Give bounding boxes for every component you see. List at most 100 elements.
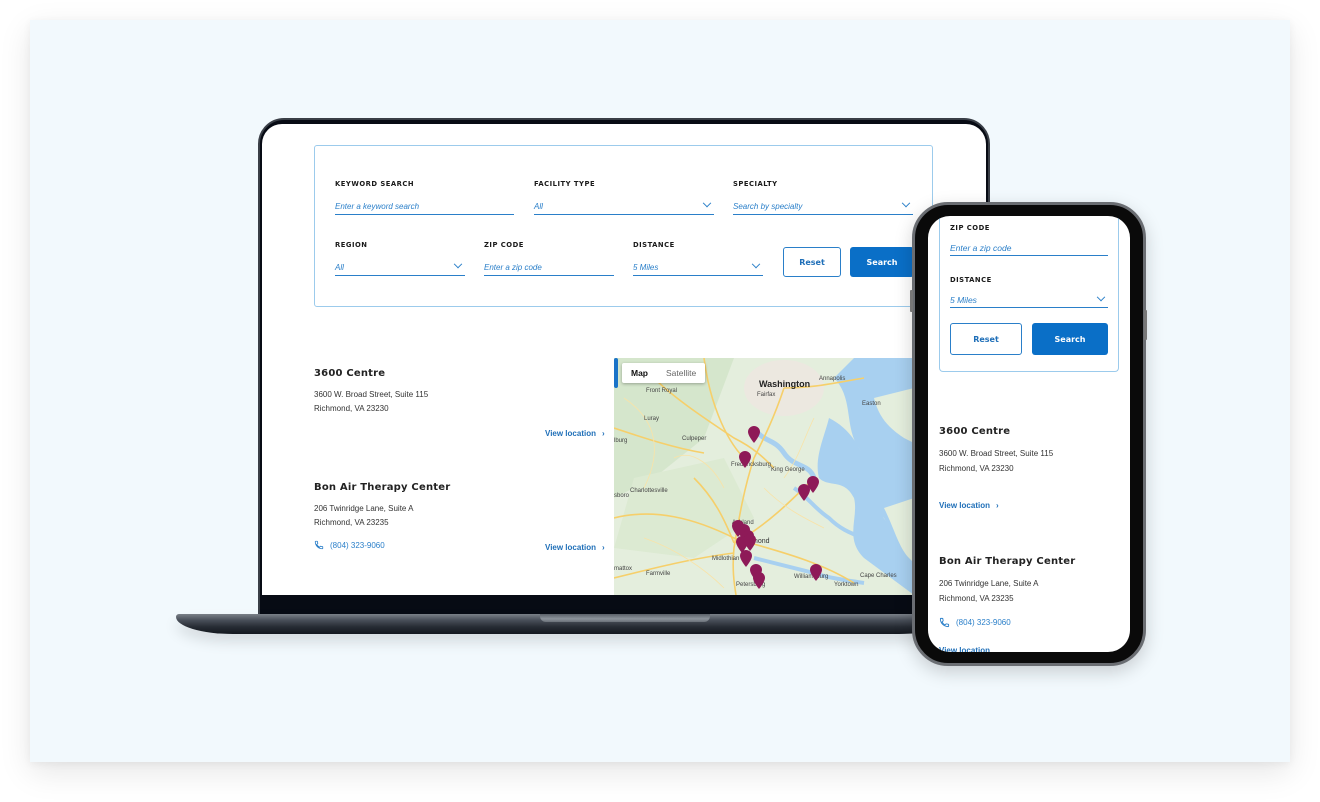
search-button[interactable]: Search [850, 247, 914, 277]
location-address-line2: Richmond, VA 23235 [314, 518, 389, 527]
location-name: 3600 Centre [939, 426, 1011, 437]
distance-value: 5 Miles [633, 262, 659, 272]
phone-icon [314, 540, 324, 550]
zip-code-input[interactable]: Enter a zip code [484, 259, 614, 276]
map-label-washington: Washington [759, 379, 811, 389]
locations-map[interactable]: Map Satellite Washington Annapolis Fairf… [614, 358, 914, 595]
view-location-label: View location [939, 501, 990, 510]
view-location-label: View location [545, 543, 596, 552]
specialty-field: SPECIALTY Search by specialty [733, 180, 913, 215]
phone-side-button [1144, 310, 1147, 340]
keyword-search-placeholder: Enter a keyword search [335, 201, 420, 211]
facility-type-select[interactable]: All [534, 198, 714, 215]
map-label-mattox: mattox [614, 566, 633, 572]
chevron-right-icon: › [995, 501, 999, 510]
location-address-line1: 3600 W. Broad Street, Suite 115 [314, 390, 429, 399]
keyword-search-label: KEYWORD SEARCH [335, 180, 415, 188]
map-type-toggle: Map Satellite [622, 363, 706, 383]
phone-zip-placeholder: Enter a zip code [950, 242, 1012, 253]
region-label: REGION [335, 241, 368, 249]
chevron-down-icon [1096, 292, 1106, 301]
phone-zip-input[interactable]: Enter a zip code [950, 240, 1108, 256]
map-scroll-indicator [614, 358, 618, 388]
distance-select[interactable]: 5 Miles [633, 259, 763, 276]
keyword-search-field: KEYWORD SEARCH Enter a keyword search [335, 180, 514, 215]
map-label-king-george: King George [771, 467, 805, 473]
map-pin-icon[interactable] [807, 476, 819, 493]
phone-distance-value: 5 Miles [950, 294, 977, 305]
facility-type-label: FACILITY TYPE [534, 180, 596, 188]
chevron-right-icon: › [601, 429, 605, 438]
phone-view-location-link-partial[interactable]: View location [939, 646, 990, 652]
map-label-easton: Easton [862, 401, 881, 407]
phone-link[interactable]: (804) 323-9060 [939, 617, 1075, 628]
reset-button[interactable]: Reset [783, 247, 841, 277]
phone-icon [939, 617, 950, 628]
map-label-cape-charles: Cape Charles [860, 573, 897, 579]
phone-search-button[interactable]: Search [1032, 323, 1108, 355]
location-address-line1: 206 Twinridge Lane, Suite A [314, 504, 414, 513]
phone-zip-label: ZIP CODE [950, 224, 990, 232]
search-filter-panel: KEYWORD SEARCH Enter a keyword search FA… [314, 145, 933, 307]
phone-location-item: 3600 Centre 3600 W. Broad Street, Suite … [939, 426, 1053, 476]
specialty-label: SPECIALTY [733, 180, 778, 188]
map-pin-icon[interactable] [753, 572, 765, 589]
location-name: Bon Air Therapy Center [314, 482, 451, 493]
view-location-link[interactable]: View location › [545, 429, 605, 438]
map-pin-icon[interactable] [739, 451, 751, 468]
chevron-down-icon [751, 259, 761, 269]
phone-view-location-link[interactable]: View location › [939, 501, 999, 510]
chevron-down-icon [453, 259, 463, 269]
keyword-search-input[interactable]: Enter a keyword search [335, 198, 514, 215]
phone-location-item: Bon Air Therapy Center 206 Twinridge Lan… [939, 556, 1075, 628]
specialty-placeholder: Search by specialty [733, 201, 803, 211]
specialty-select[interactable]: Search by specialty [733, 198, 913, 215]
map-label-luray: Luray [644, 416, 660, 422]
laptop-hinge-notch [540, 614, 710, 622]
location-name: 3600 Centre [314, 368, 386, 379]
phone-distance-select[interactable]: 5 Miles [950, 292, 1108, 308]
phone-search-panel: ZIP CODE Enter a zip code DISTANCE 5 Mil… [939, 216, 1119, 372]
chevron-right-icon: › [601, 543, 605, 552]
location-address-line2: Richmond, VA 23230 [314, 404, 389, 413]
map-label-culpeper: Culpeper [682, 436, 707, 442]
map-label-sboro: sboro [614, 493, 630, 499]
map-tab-satellite[interactable]: Satellite [657, 363, 705, 383]
location-address-line1: 3600 W. Broad Street, Suite 115 [939, 449, 1054, 458]
phone-distance-field: DISTANCE 5 Miles [950, 276, 1108, 308]
phone-link[interactable]: (804) 323-9060 [314, 540, 450, 550]
zip-code-field: ZIP CODE Enter a zip code [484, 241, 614, 276]
chevron-down-icon [702, 198, 712, 208]
view-location-link[interactable]: View location › [545, 543, 605, 552]
distance-label: DISTANCE [633, 241, 675, 249]
region-select[interactable]: All [335, 259, 465, 276]
zip-code-label: ZIP CODE [484, 241, 524, 249]
location-address-line2: Richmond, VA 23230 [939, 464, 1014, 473]
map-label-fredericksburg: Fredericksburg [731, 462, 772, 468]
region-value: All [335, 262, 344, 272]
phone-volume-button [910, 290, 913, 312]
distance-field: DISTANCE 5 Miles [633, 241, 763, 276]
map-label-charlottesville: Charlottesville [630, 488, 668, 494]
map-tab-map[interactable]: Map [622, 363, 657, 383]
location-item: 3600 Centre 3600 W. Broad Street, Suite … [314, 368, 428, 416]
location-item: Bon Air Therapy Center 206 Twinridge Lan… [314, 482, 450, 550]
map-label-farmville: Farmville [646, 571, 671, 577]
view-location-label: View location [545, 429, 596, 438]
region-field: REGION All [335, 241, 465, 276]
map-label-midlothian: Midlothian [712, 556, 740, 562]
chevron-down-icon [901, 198, 911, 208]
phone-screen: ZIP CODE Enter a zip code DISTANCE 5 Mil… [928, 216, 1130, 652]
phone-distance-label: DISTANCE [950, 276, 992, 284]
map-pin-icon[interactable] [748, 426, 760, 443]
view-location-label: View location [939, 646, 990, 652]
facility-type-field: FACILITY TYPE All [534, 180, 714, 215]
map-pin-icon[interactable] [810, 564, 822, 581]
location-address-line2: Richmond, VA 23235 [939, 594, 1014, 603]
location-name: Bon Air Therapy Center [939, 556, 1076, 567]
phone-reset-button[interactable]: Reset [950, 323, 1022, 355]
map-pin-icon[interactable] [744, 534, 756, 551]
map-label-fairfax: Fairfax [757, 392, 776, 398]
map-label-yorktown: Yorktown [834, 582, 859, 588]
map-label-lburg: lburg [614, 438, 628, 444]
